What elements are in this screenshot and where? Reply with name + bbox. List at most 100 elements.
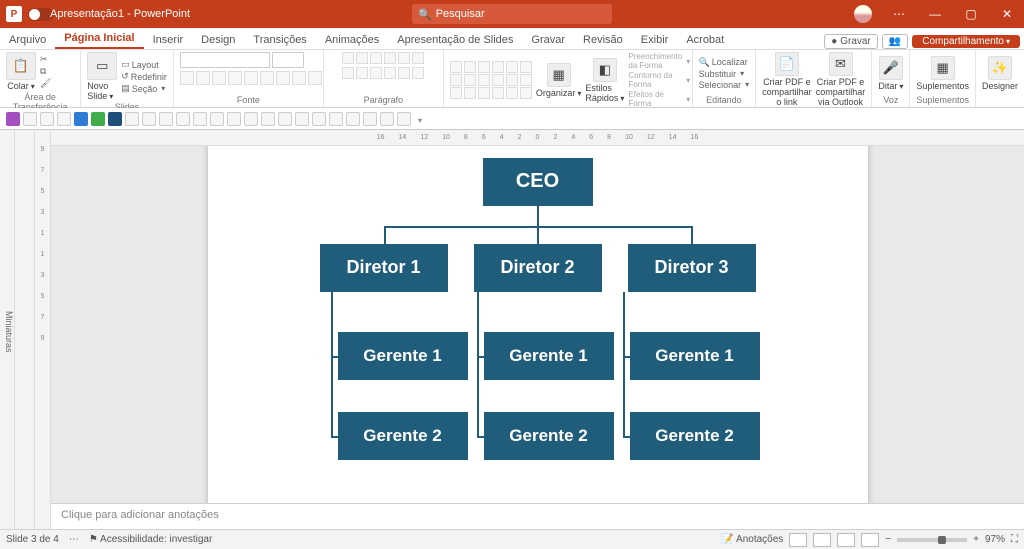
- maximize-button[interactable]: ▢: [954, 0, 988, 28]
- zoom-in-button[interactable]: +: [973, 534, 979, 545]
- qat-btn[interactable]: [227, 112, 241, 126]
- qat-undo-button[interactable]: [23, 112, 37, 126]
- qat-btn[interactable]: [363, 112, 377, 126]
- share-button[interactable]: Compartilhamento: [912, 35, 1020, 48]
- shape-btn[interactable]: [520, 74, 532, 86]
- find-button[interactable]: 🔍 Localizar: [699, 57, 750, 68]
- teams-button[interactable]: 👥: [882, 34, 908, 49]
- copy-button[interactable]: ⧉: [40, 66, 51, 77]
- qat-btn[interactable]: [312, 112, 326, 126]
- shape-btn[interactable]: [492, 61, 504, 73]
- view-normal-button[interactable]: [789, 533, 807, 547]
- org-node-ger32[interactable]: Gerente 2: [630, 412, 760, 460]
- view-sorter-button[interactable]: [813, 533, 831, 547]
- tab-exibir[interactable]: Exibir: [632, 30, 678, 49]
- zoom-out-button[interactable]: −: [885, 534, 891, 545]
- shape-btn[interactable]: [506, 74, 518, 86]
- shadow-button[interactable]: [244, 71, 258, 85]
- notes-toggle[interactable]: 📝 Anotações: [721, 534, 783, 545]
- shape-btn[interactable]: [506, 61, 518, 73]
- highlight-button[interactable]: [292, 71, 306, 85]
- numbering-button[interactable]: [356, 52, 368, 64]
- align-right-button[interactable]: [370, 67, 382, 79]
- minimize-button[interactable]: —: [918, 0, 952, 28]
- shape-outline-button[interactable]: Contorno da Forma: [628, 71, 690, 89]
- thumbnails-pane[interactable]: [15, 130, 35, 529]
- format-painter-button[interactable]: 🖌: [40, 78, 51, 89]
- designer-button[interactable]: ✨Designer: [982, 56, 1018, 91]
- accessibility-status[interactable]: ⚑ Acessibilidade: investigar: [89, 534, 212, 545]
- qat-btn[interactable]: [346, 112, 360, 126]
- tab-pagina-inicial[interactable]: Página Inicial: [55, 28, 143, 49]
- arrange-button[interactable]: ▦Organizar: [536, 63, 582, 98]
- section-button[interactable]: ▤ Seção: [121, 83, 167, 94]
- pdf-link-button[interactable]: 📄Criar PDF e compartilhar o link: [762, 52, 812, 107]
- italic-button[interactable]: [196, 71, 210, 85]
- tab-gravar[interactable]: Gravar: [522, 30, 574, 49]
- qat-btn[interactable]: [142, 112, 156, 126]
- shape-btn[interactable]: [450, 74, 462, 86]
- shape-btn[interactable]: [478, 61, 490, 73]
- org-node-ger11[interactable]: Gerente 1: [338, 332, 468, 380]
- smartart-button[interactable]: [412, 67, 424, 79]
- dictate-button[interactable]: 🎤Ditar: [878, 56, 903, 91]
- shape-btn[interactable]: [520, 61, 532, 73]
- shape-btn[interactable]: [478, 87, 490, 99]
- org-node-dir2[interactable]: Diretor 2: [474, 244, 602, 292]
- shape-btn[interactable]: [464, 87, 476, 99]
- view-reading-button[interactable]: [837, 533, 855, 547]
- qat-start-button[interactable]: [57, 112, 71, 126]
- select-button[interactable]: Selecionar: [699, 80, 750, 90]
- org-node-ger12[interactable]: Gerente 2: [338, 412, 468, 460]
- close-button[interactable]: ✕: [990, 0, 1024, 28]
- tab-apresentacao[interactable]: Apresentação de Slides: [388, 30, 522, 49]
- qat-btn[interactable]: [329, 112, 343, 126]
- case-button[interactable]: [276, 71, 290, 85]
- pdf-outlook-button[interactable]: ✉Criar PDF e compartilhar via Outlook: [816, 52, 866, 107]
- strike-button[interactable]: [228, 71, 242, 85]
- org-node-ger22[interactable]: Gerente 2: [484, 412, 614, 460]
- qat-btn[interactable]: [210, 112, 224, 126]
- line-spacing-button[interactable]: [398, 52, 410, 64]
- zoom-slider[interactable]: [897, 538, 967, 542]
- search-box[interactable]: 🔍 Pesquisar: [412, 4, 612, 24]
- org-node-dir3[interactable]: Diretor 3: [628, 244, 756, 292]
- qat-btn[interactable]: [91, 112, 105, 126]
- underline-button[interactable]: [212, 71, 226, 85]
- shape-btn[interactable]: [464, 61, 476, 73]
- notes-pane[interactable]: Clique para adicionar anotações: [51, 503, 1024, 529]
- tab-arquivo[interactable]: Arquivo: [0, 30, 55, 49]
- slide-canvas[interactable]: CEO Diretor 1 Diretor 2 Diretor 3 Gerent…: [51, 146, 1024, 503]
- align-justify-button[interactable]: [384, 67, 396, 79]
- font-family-combo[interactable]: [180, 52, 270, 68]
- qat-more-button[interactable]: [416, 110, 422, 128]
- qat-btn[interactable]: [125, 112, 139, 126]
- columns-button[interactable]: [398, 67, 410, 79]
- align-center-button[interactable]: [356, 67, 368, 79]
- language-indicator[interactable]: ⋯: [69, 534, 79, 545]
- slide[interactable]: CEO Diretor 1 Diretor 2 Diretor 3 Gerent…: [208, 146, 868, 503]
- shape-btn[interactable]: [492, 87, 504, 99]
- shape-btn[interactable]: [506, 87, 518, 99]
- qat-btn[interactable]: [193, 112, 207, 126]
- bullets-button[interactable]: [342, 52, 354, 64]
- shape-btn[interactable]: [464, 74, 476, 86]
- qat-btn[interactable]: [278, 112, 292, 126]
- shape-effects-button[interactable]: Efeitos de Forma: [628, 90, 690, 108]
- org-node-ceo[interactable]: CEO: [483, 158, 593, 206]
- shape-btn[interactable]: [492, 74, 504, 86]
- ribbon-options-icon[interactable]: ⋯: [882, 0, 916, 28]
- spacing-button[interactable]: [260, 71, 274, 85]
- font-color-button[interactable]: [308, 71, 322, 85]
- font-size-combo[interactable]: [272, 52, 304, 68]
- indent-dec-button[interactable]: [370, 52, 382, 64]
- paste-button[interactable]: 📋 Colar: [6, 52, 36, 91]
- reset-button[interactable]: ↺ Redefinir: [121, 71, 167, 82]
- user-avatar[interactable]: [854, 5, 872, 23]
- qat-btn[interactable]: [108, 112, 122, 126]
- shape-btn[interactable]: [450, 87, 462, 99]
- org-node-ger21[interactable]: Gerente 1: [484, 332, 614, 380]
- shape-btn[interactable]: [450, 61, 462, 73]
- qat-btn[interactable]: [176, 112, 190, 126]
- new-slide-button[interactable]: ▭ Novo Slide: [87, 52, 117, 101]
